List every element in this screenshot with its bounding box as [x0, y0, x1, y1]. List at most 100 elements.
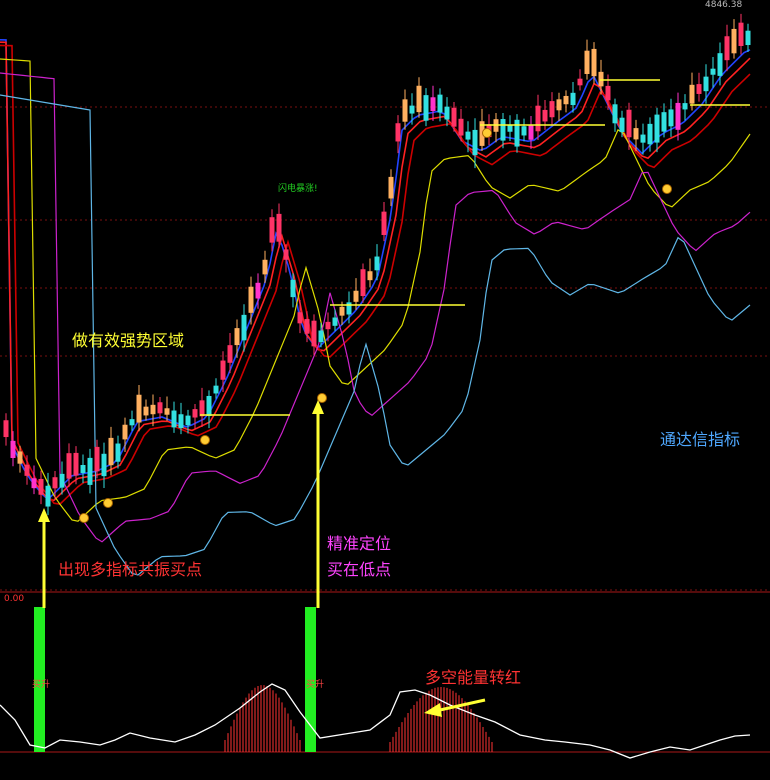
- candle-body: [563, 95, 569, 105]
- candle-body: [143, 406, 149, 416]
- candle-body: [542, 109, 548, 122]
- moving-average-line-5: [0, 72, 751, 543]
- candle-body: [570, 92, 576, 106]
- candle-body: [626, 109, 632, 138]
- candle-body: [514, 119, 520, 147]
- candle-body: [710, 68, 716, 75]
- candle-body: [17, 451, 23, 464]
- candle-body: [696, 84, 702, 94]
- oscillator-zero-label: 0.00: [4, 594, 25, 604]
- candle-body: [591, 48, 597, 77]
- candle-body: [535, 105, 541, 132]
- candle-body: [122, 424, 128, 440]
- candle-body: [171, 410, 177, 428]
- candle-body: [724, 36, 730, 61]
- energy-arrow-head: [424, 703, 442, 717]
- candle-body: [52, 477, 58, 489]
- precise-position-annotation: 精准定位: [327, 534, 392, 553]
- candle-body: [584, 50, 590, 74]
- candle-body: [521, 126, 527, 136]
- buy-signal-label-left: 买升: [32, 680, 51, 690]
- candle-body: [416, 85, 422, 113]
- candle-body: [731, 28, 737, 54]
- candle-body: [297, 312, 303, 324]
- candle-body: [269, 217, 275, 243]
- candle-body: [598, 71, 604, 87]
- candle-body: [472, 129, 478, 156]
- candle-body: [430, 97, 436, 112]
- candle-body: [241, 314, 247, 341]
- candle-body: [423, 95, 429, 121]
- candle-body: [605, 85, 611, 101]
- signal-marker: [482, 128, 492, 138]
- candle-body: [528, 124, 534, 140]
- candle-body: [360, 269, 366, 297]
- candle-body: [192, 409, 198, 418]
- candle-body: [577, 78, 583, 86]
- candle-body: [717, 53, 723, 76]
- candle-body: [325, 321, 331, 330]
- candle-body: [682, 103, 688, 110]
- candle-body: [255, 282, 261, 299]
- candle-body: [500, 119, 506, 141]
- chart-stage: 4846.38 闪电暴涨! 做有效强势区域 出现多指标共振买点 精准定位 买在低…: [0, 0, 770, 780]
- candle-body: [647, 123, 653, 145]
- candle-body: [738, 22, 744, 46]
- candle-body: [703, 76, 709, 92]
- software-annotation: 通达信指标: [660, 430, 741, 449]
- signal-marker: [79, 513, 89, 523]
- moving-average-line-2: [0, 41, 751, 502]
- candle-body: [262, 259, 268, 275]
- moving-average-line-3: [0, 44, 751, 505]
- candle-body: [395, 123, 401, 142]
- signal-label: 闪电暴涨!: [278, 184, 318, 194]
- candle-body: [248, 286, 254, 313]
- candle-body: [689, 84, 695, 104]
- candle-body: [402, 99, 408, 122]
- buy-low-annotation: 买在低点: [327, 560, 392, 579]
- candle-body: [178, 414, 184, 429]
- signal-marker: [317, 393, 327, 403]
- candle-body: [185, 415, 191, 426]
- candle-body: [227, 345, 233, 363]
- candle-body: [290, 279, 296, 298]
- candle-body: [10, 440, 16, 458]
- candle-body: [80, 465, 86, 473]
- candle-body: [388, 176, 394, 199]
- candle-body: [675, 102, 681, 130]
- candle-body: [276, 213, 282, 242]
- candle-body: [549, 101, 555, 118]
- oscillator-line: [0, 683, 751, 759]
- candle-body: [24, 464, 30, 476]
- signal-marker: [662, 184, 672, 194]
- kline-chart: [0, 13, 770, 759]
- candle-body: [612, 104, 618, 124]
- candle-body: [199, 400, 205, 417]
- candle-body: [374, 256, 380, 271]
- candle-body: [3, 420, 9, 438]
- candle-body: [304, 319, 310, 334]
- candle-body: [633, 128, 639, 140]
- candle-body: [38, 478, 44, 495]
- candle-body: [164, 408, 170, 415]
- candle-body: [745, 30, 751, 46]
- candle-body: [213, 385, 219, 394]
- candle-body: [451, 107, 457, 127]
- candle-body: [73, 452, 79, 476]
- candle-body: [66, 453, 72, 479]
- candle-body: [59, 473, 65, 488]
- price-label: 4846.38: [705, 0, 743, 10]
- candle-body: [661, 112, 667, 132]
- candle-body: [234, 328, 240, 346]
- candle-body: [409, 105, 415, 114]
- candle-body: [668, 109, 674, 127]
- candle-body: [339, 306, 345, 316]
- strong-zone-annotation: 做有效强势区域: [72, 331, 185, 350]
- candle-body: [640, 134, 646, 143]
- signal-marker: [103, 498, 113, 508]
- candle-body: [115, 443, 121, 462]
- candle-body: [129, 419, 135, 426]
- candle-body: [353, 290, 359, 302]
- buy-signal-label-right: 买升: [306, 680, 325, 690]
- candle-body: [108, 437, 114, 466]
